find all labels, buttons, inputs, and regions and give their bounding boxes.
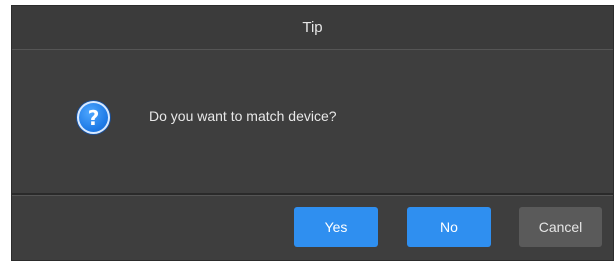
dialog-body: ? Do you want to match device? [12, 50, 613, 195]
tip-dialog: Tip ? Do you want to match device? Yes N… [11, 5, 614, 261]
question-icon: ? [77, 101, 110, 134]
dialog-footer: Yes No Cancel [12, 196, 613, 260]
no-button[interactable]: No [407, 207, 491, 247]
dialog-titlebar: Tip [12, 6, 613, 50]
question-icon-glyph: ? [87, 105, 100, 130]
dialog-message: Do you want to match device? [149, 108, 337, 124]
yes-button[interactable]: Yes [294, 207, 378, 247]
dialog-title: Tip [302, 19, 323, 36]
cancel-button[interactable]: Cancel [519, 207, 602, 247]
